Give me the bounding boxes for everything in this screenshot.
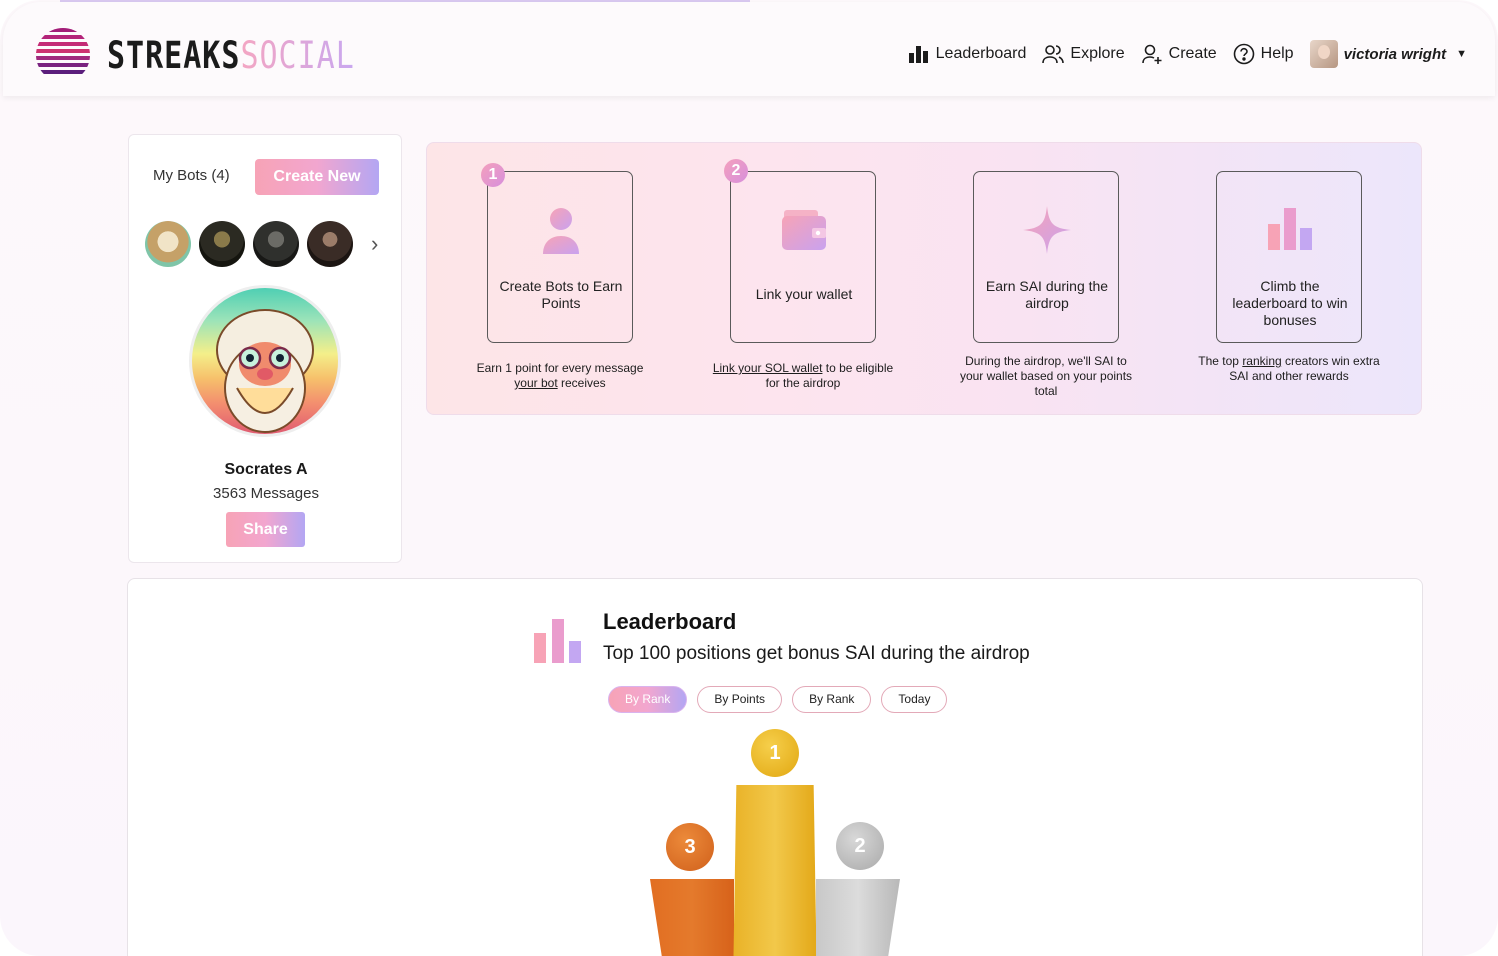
step-description: During the airdrop, we'll SAI to your wa… [959, 354, 1133, 398]
user-menu[interactable]: victoria wright ▼ [1309, 40, 1467, 68]
header: STREAKSSOCIAL Leaderboard Explore Create… [3, 2, 1495, 96]
step-title: Earn SAI during the airdrop [985, 278, 1109, 311]
user-name: victoria wright [1343, 45, 1447, 63]
nav-leaderboard[interactable]: Leaderboard [908, 43, 1027, 65]
person-icon [488, 202, 634, 258]
nav-explore[interactable]: Explore [1042, 43, 1125, 65]
avatar [1309, 40, 1338, 68]
selected-bot-messages: 3563 Messages [213, 485, 319, 502]
step-description: The top ranking creators win extra SAI a… [1196, 354, 1382, 384]
leaderboard-filters: By Rank By Points By Rank Today [608, 686, 948, 713]
second-place-medal: 2 [836, 822, 884, 870]
bot-thumb[interactable] [253, 221, 299, 267]
step-earn-sai: Earn SAI during the airdrop During the a… [913, 143, 1132, 416]
podium-third-bar [650, 879, 734, 956]
app-window: STREAKSSOCIAL Leaderboard Explore Create… [0, 0, 1498, 956]
ranking-link[interactable]: ranking [1242, 354, 1281, 368]
step-card: Earn SAI during the airdrop [973, 171, 1119, 343]
logo-icon[interactable] [36, 28, 90, 82]
nav-leaderboard-label: Leaderboard [935, 45, 1027, 62]
create-new-button[interactable]: Create New [255, 159, 379, 195]
nav-help[interactable]: Help [1233, 43, 1294, 65]
selected-bot-name: Socrates A [224, 461, 308, 478]
nav-create[interactable]: Create [1141, 43, 1217, 65]
my-bots-label: My Bots (4) [153, 166, 230, 184]
leaderboard-card: Leaderboard Top 100 positions get bonus … [127, 578, 1423, 956]
user-plus-icon [1141, 44, 1162, 64]
share-button[interactable]: Share [226, 512, 305, 547]
step-desc-text: receives [557, 376, 606, 390]
brand-name-part1: STREAKS [107, 34, 241, 78]
chevron-right-icon[interactable]: › [371, 231, 378, 257]
step-description: Earn 1 point for every message your bot … [467, 361, 653, 391]
bot-thumbnails: › [145, 221, 378, 267]
my-bots-card: My Bots (4) Create New › Socrates A 3563… [128, 134, 402, 563]
brand-name-part2: SOCIAL [240, 34, 355, 78]
filter-by-rank-2[interactable]: By Rank [792, 686, 872, 713]
wallet-icon [731, 202, 877, 258]
bar-chart-icon [908, 46, 928, 63]
step-title: Create Bots to Earn Points [499, 278, 623, 311]
top-nav: Leaderboard Explore Create Help victoria… [908, 40, 1467, 68]
step-description: Link your SOL wallet to be eligible for … [710, 361, 896, 391]
nav-explore-label: Explore [1070, 45, 1125, 62]
step-desc-text: The top [1198, 354, 1243, 368]
step-desc-text: Earn 1 point for every message [476, 361, 644, 375]
podium: 1 2 3 [648, 729, 908, 956]
chevron-down-icon: ▼ [1456, 48, 1467, 60]
step-climb-leaderboard: Climb the leaderboard to win bonuses The… [1156, 143, 1380, 416]
filter-today[interactable]: Today [881, 686, 948, 713]
users-icon [1042, 45, 1065, 64]
step-create-bots: Create Bots to Earn Points 1 Earn 1 poin… [427, 143, 643, 416]
third-place-medal: 3 [666, 823, 714, 871]
bot-portrait [216, 309, 314, 433]
help-circle-icon [1233, 43, 1254, 65]
first-place-medal: 1 [751, 729, 799, 777]
selected-bot-avatar [189, 285, 341, 437]
my-bots-header: My Bots (4) Create New [145, 153, 383, 197]
step-title: Link your wallet [755, 286, 853, 302]
leaderboard-subtitle: Top 100 positions get bonus SAI during t… [603, 643, 1030, 664]
filter-by-rank[interactable]: By Rank [608, 686, 688, 713]
your-bot-link[interactable]: your bot [514, 376, 557, 390]
step-number-badge: 1 [481, 163, 505, 187]
nav-create-label: Create [1168, 45, 1217, 62]
bot-thumb[interactable] [307, 221, 353, 267]
podium-first-bar [733, 785, 817, 956]
link-sol-wallet-link[interactable]: Link your SOL wallet [713, 361, 823, 375]
step-card: Link your wallet [730, 171, 876, 343]
bot-thumb[interactable] [145, 221, 191, 267]
step-number-badge: 2 [724, 159, 748, 183]
airdrop-steps: Create Bots to Earn Points 1 Earn 1 poin… [426, 142, 1422, 415]
step-title: Climb the leaderboard to win bonuses [1232, 278, 1348, 328]
bar-chart-icon [534, 619, 581, 663]
brand-logo[interactable]: STREAKSSOCIAL [107, 34, 355, 78]
nav-help-label: Help [1260, 45, 1294, 62]
leaderboard-title: Leaderboard [603, 609, 737, 634]
sparkle-icon [974, 202, 1120, 258]
step-link-wallet: Link your wallet 2 Link your SOL wallet … [670, 143, 893, 416]
step-card: Climb the leaderboard to win bonuses [1216, 171, 1362, 343]
bot-thumb[interactable] [199, 221, 245, 267]
filter-by-points[interactable]: By Points [697, 686, 783, 713]
step-card: Create Bots to Earn Points [487, 171, 633, 343]
podium-second-bar [816, 879, 900, 956]
bar-chart-icon [1217, 202, 1363, 258]
